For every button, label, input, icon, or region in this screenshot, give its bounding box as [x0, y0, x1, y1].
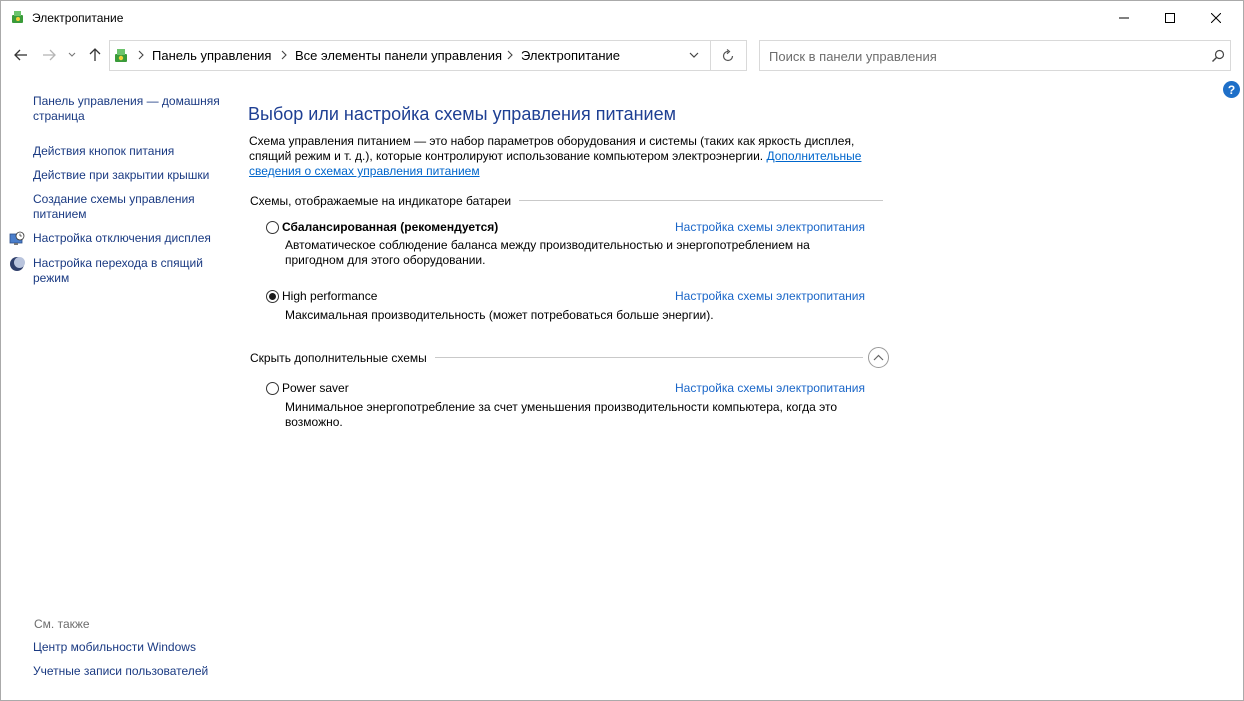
page-description: Схема управления питанием — это набор па…	[249, 134, 889, 179]
search-input[interactable]: Поиск в панели управления	[759, 40, 1231, 71]
search-placeholder: Поиск в панели управления	[769, 49, 937, 64]
back-button[interactable]	[11, 45, 31, 65]
plan-name-high-performance[interactable]: High performance	[282, 289, 377, 303]
question-mark-icon: ?	[1227, 82, 1236, 97]
plan-settings-link-high-performance[interactable]: Настройка схемы электропитания	[675, 289, 865, 303]
left-link-sleep-line1: Настройка перехода в спящий	[33, 256, 203, 270]
navigation-bar: Панель управления Все элементы панели уп…	[1, 39, 1243, 72]
power-options-window: Электропитание Панель управления Все эле…	[0, 0, 1244, 701]
plan-description-power-saver: Минимальное энергопотребление за счет ум…	[285, 400, 838, 429]
address-bar[interactable]: Панель управления Все элементы панели уп…	[109, 40, 711, 71]
up-button[interactable]	[85, 45, 105, 65]
up-arrow-icon	[89, 48, 101, 61]
forward-button[interactable]	[39, 45, 59, 65]
plan-description-balanced: Автоматическое соблюдение баланса между …	[285, 238, 810, 267]
see-also-mobility-center[interactable]: Центр мобильности Windows	[33, 640, 196, 655]
description-text: Схема управления питанием — это набор па…	[249, 134, 855, 163]
back-arrow-icon	[14, 49, 27, 61]
recent-locations-button[interactable]	[65, 45, 79, 65]
left-link-home-line1: Панель управления — домашняя	[33, 94, 220, 108]
breadcrumb-separator-icon	[506, 49, 516, 61]
chevron-down-icon	[68, 52, 76, 57]
breadcrumb-control-panel[interactable]: Панель управления	[152, 48, 271, 63]
maximize-icon	[1165, 12, 1175, 23]
breadcrumb-separator-icon	[280, 49, 290, 61]
refresh-icon	[722, 48, 734, 61]
plan-name-power-saver[interactable]: Power saver	[282, 381, 349, 395]
sleep-moon-icon	[9, 256, 25, 272]
breadcrumb-power-options[interactable]: Электропитание	[521, 48, 620, 63]
plan-radio-power-saver[interactable]	[266, 382, 279, 395]
address-history-chevron-down-icon[interactable]	[688, 49, 700, 61]
breadcrumb-separator-icon	[137, 49, 147, 61]
search-icon[interactable]	[1211, 49, 1225, 63]
help-button[interactable]: ?	[1223, 81, 1240, 98]
left-link-create-plan[interactable]: Создание схемы управления питанием	[33, 192, 195, 222]
left-link-home-line2: страница	[33, 109, 85, 123]
display-clock-icon	[9, 231, 25, 247]
left-link-create-line2: питанием	[33, 207, 87, 221]
power-options-icon	[113, 47, 130, 64]
plan-description-high-performance: Максимальная производительность (может п…	[285, 308, 714, 322]
title-bar[interactable]: Электропитание	[1, 1, 1243, 34]
window-title: Электропитание	[32, 11, 124, 25]
forward-arrow-icon	[43, 49, 56, 61]
see-also-heading: См. также	[34, 617, 90, 631]
see-also-user-accounts[interactable]: Учетные записи пользователей	[33, 664, 208, 679]
close-icon	[1211, 12, 1221, 23]
left-link-sleep[interactable]: Настройка перехода в спящий режим	[33, 256, 203, 286]
plan-radio-balanced[interactable]	[266, 221, 279, 234]
left-link-lid-close[interactable]: Действие при закрытии крышки	[33, 168, 209, 183]
left-link-power-buttons[interactable]: Действия кнопок питания	[33, 144, 174, 159]
breadcrumb-all-items[interactable]: Все элементы панели управления	[295, 48, 502, 63]
power-options-app-icon	[10, 9, 26, 25]
collapse-additional-plans-button[interactable]	[868, 347, 889, 368]
plan-name-balanced[interactable]: Сбалансированная (рекомендуется)	[282, 220, 498, 234]
plan-settings-link-power-saver[interactable]: Настройка схемы электропитания	[675, 381, 865, 395]
plan-radio-high-performance[interactable]	[266, 290, 279, 303]
left-link-create-line1: Создание схемы управления	[33, 192, 195, 206]
refresh-button[interactable]	[710, 40, 747, 71]
hide-additional-plans-heading[interactable]: Скрыть дополнительные схемы	[250, 351, 435, 365]
page-title: Выбор или настройка схемы управления пит…	[248, 104, 676, 124]
minimize-icon	[1119, 17, 1129, 18]
left-link-sleep-line2: режим	[33, 271, 70, 285]
plan-settings-link-balanced[interactable]: Настройка схемы электропитания	[675, 220, 865, 234]
minimize-button[interactable]	[1101, 1, 1147, 34]
maximize-button[interactable]	[1147, 1, 1193, 34]
left-link-display-off[interactable]: Настройка отключения дисплея	[33, 231, 211, 246]
left-link-home[interactable]: Панель управления — домашняя страница	[33, 94, 220, 124]
chevron-up-icon	[873, 354, 884, 361]
battery-plans-heading: Схемы, отображаемые на индикаторе батаре…	[250, 194, 520, 208]
close-button[interactable]	[1193, 1, 1239, 34]
